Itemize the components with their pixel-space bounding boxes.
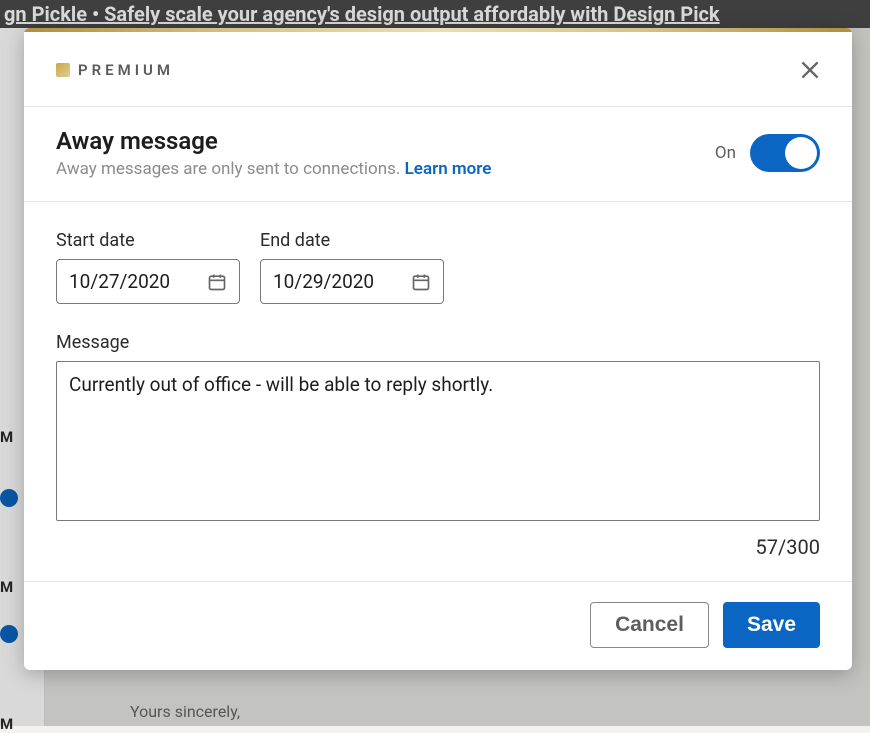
- toggle-state-label: On: [715, 143, 736, 163]
- away-message-modal: PREMIUM Away message Away messages are o…: [24, 28, 852, 670]
- start-date-input[interactable]: 10/27/2020: [56, 259, 240, 304]
- modal-footer: Cancel Save: [24, 581, 852, 670]
- calendar-icon: [207, 272, 227, 292]
- close-button[interactable]: [792, 52, 828, 88]
- toggle-wrap: On: [715, 134, 820, 172]
- cancel-button[interactable]: Cancel: [590, 602, 709, 648]
- subtitle-text: Away messages are only sent to connectio…: [56, 159, 405, 179]
- character-count: 57/300: [56, 535, 820, 559]
- message-label: Message: [56, 332, 820, 353]
- modal-header: PREMIUM: [24, 32, 852, 107]
- message-textarea[interactable]: [56, 361, 820, 521]
- page-subtitle: Away messages are only sent to connectio…: [56, 159, 491, 179]
- premium-label: PREMIUM: [78, 61, 174, 79]
- close-icon: [797, 57, 823, 83]
- premium-icon: [56, 63, 70, 77]
- modal-body: Start date 10/27/2020 End date 10/29/202…: [24, 202, 852, 581]
- dates-row: Start date 10/27/2020 End date 10/29/202…: [56, 230, 820, 304]
- title-left: Away message Away messages are only sent…: [56, 127, 491, 179]
- calendar-icon: [411, 272, 431, 292]
- page-title: Away message: [56, 127, 491, 155]
- toggle-knob: [785, 137, 817, 169]
- save-button[interactable]: Save: [723, 602, 820, 648]
- end-date-group: End date 10/29/2020: [260, 230, 444, 304]
- start-date-label: Start date: [56, 230, 240, 251]
- start-date-group: Start date 10/27/2020: [56, 230, 240, 304]
- start-date-value: 10/27/2020: [69, 270, 170, 293]
- title-section: Away message Away messages are only sent…: [24, 107, 852, 202]
- end-date-label: End date: [260, 230, 444, 251]
- away-message-toggle[interactable]: [750, 134, 820, 172]
- premium-tag: PREMIUM: [56, 61, 174, 79]
- end-date-input[interactable]: 10/29/2020: [260, 259, 444, 304]
- learn-more-link[interactable]: Learn more: [405, 159, 492, 179]
- message-group: Message: [56, 332, 820, 521]
- end-date-value: 10/29/2020: [273, 270, 374, 293]
